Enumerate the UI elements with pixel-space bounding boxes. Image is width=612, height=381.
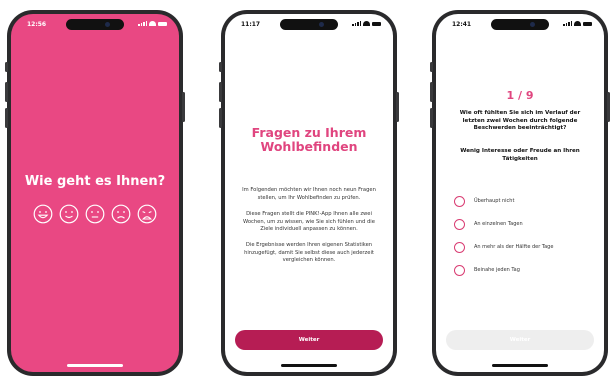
- intro-paragraph-3: Die Ergebnisse werden Ihren eigenen Stat…: [244, 242, 374, 263]
- answer-option[interactable]: An mehr als der Hälfte der Tage: [454, 240, 598, 254]
- next-button-disabled[interactable]: Weiter: [446, 330, 594, 350]
- volume-down-button: [5, 108, 8, 128]
- radio-button[interactable]: [454, 241, 465, 253]
- home-indicator[interactable]: [281, 364, 337, 367]
- very-sad-face-icon[interactable]: [137, 204, 157, 224]
- status-time: 12:56: [27, 21, 47, 28]
- volume-down-button: [219, 108, 222, 128]
- notch: [491, 19, 549, 30]
- radio-button[interactable]: [454, 264, 465, 276]
- status-time: 12:41: [452, 21, 472, 28]
- mute-switch: [430, 62, 433, 72]
- screen-intro: 11:17 Fragen zu Ihrem Wohlbefinden Im Fo…: [225, 14, 393, 372]
- status-bar: 12:41: [436, 14, 604, 36]
- screen-mood: 12:56 Wie geht es Ihnen?: [11, 14, 179, 372]
- answer-option-label: Beinahe jeden Tag: [474, 267, 520, 273]
- volume-up-button: [219, 82, 222, 102]
- status-bar: 11:17: [225, 14, 393, 36]
- wifi-icon: [363, 21, 370, 26]
- status-bar: 12:56: [11, 14, 179, 36]
- answer-option-label: Überhaupt nicht: [474, 198, 515, 204]
- intro-paragraph-1: Im Folgenden möchten wir Ihnen noch neun…: [242, 187, 376, 201]
- mood-question: Wie geht es Ihnen?: [24, 174, 166, 189]
- battery-icon: [372, 22, 381, 26]
- radio-button[interactable]: [454, 195, 465, 207]
- mood-face-row: [11, 204, 179, 224]
- status-icons: [138, 21, 167, 26]
- home-indicator[interactable]: [492, 364, 548, 367]
- camera-icon: [105, 22, 110, 27]
- status-icons: [352, 21, 381, 26]
- status-icons: [563, 21, 592, 26]
- screen-question: 12:41 1 / 9 Wie oft fühlten Sie sich im …: [436, 14, 604, 372]
- wifi-icon: [574, 21, 581, 26]
- volume-down-button: [430, 108, 433, 128]
- phone-frame-1: 12:56 Wie geht es Ihnen?: [5, 10, 185, 376]
- sad-face-icon[interactable]: [111, 204, 131, 224]
- question-text: Wie oft fühlten Sie sich im Verlauf der …: [459, 110, 581, 132]
- question-progress: 1 / 9: [506, 89, 534, 102]
- notch: [66, 19, 124, 30]
- home-indicator[interactable]: [67, 364, 123, 367]
- power-button: [182, 92, 185, 122]
- answer-option[interactable]: An einzelnen Tagen: [454, 217, 598, 231]
- page-title-line2: Wohlbefinden: [260, 139, 358, 154]
- status-time: 11:17: [241, 21, 261, 28]
- next-button[interactable]: Weiter: [235, 330, 383, 350]
- camera-icon: [319, 22, 324, 27]
- volume-up-button: [430, 82, 433, 102]
- wifi-icon: [149, 21, 156, 26]
- answer-option[interactable]: Beinahe jeden Tag: [454, 263, 598, 277]
- signal-icon: [138, 21, 147, 26]
- mute-switch: [5, 62, 8, 72]
- notch: [280, 19, 338, 30]
- signal-icon: [563, 21, 572, 26]
- answer-option[interactable]: Überhaupt nicht: [454, 194, 598, 208]
- question-subtext: Wenig Interesse oder Freude an Ihren Tät…: [460, 148, 580, 162]
- power-button: [396, 92, 399, 122]
- page-title: Fragen zu Ihrem Wohlbefinden: [235, 126, 383, 154]
- answer-option-label: An einzelnen Tagen: [474, 221, 523, 227]
- happy-face-icon[interactable]: [59, 204, 79, 224]
- radio-button[interactable]: [454, 218, 465, 230]
- phone-frame-2: 11:17 Fragen zu Ihrem Wohlbefinden Im Fo…: [219, 10, 399, 376]
- camera-icon: [530, 22, 535, 27]
- page-title-line1: Fragen zu Ihrem: [251, 125, 367, 140]
- power-button: [607, 92, 610, 122]
- intro-paragraph-2: Diese Fragen stellt die PINK!-App Ihnen …: [243, 211, 375, 232]
- neutral-face-icon[interactable]: [85, 204, 105, 224]
- battery-icon: [158, 22, 167, 26]
- volume-up-button: [5, 82, 8, 102]
- answer-option-label: An mehr als der Hälfte der Tage: [474, 244, 554, 250]
- very-happy-face-icon[interactable]: [33, 204, 53, 224]
- phone-frame-3: 12:41 1 / 9 Wie oft fühlten Sie sich im …: [430, 10, 610, 376]
- battery-icon: [583, 22, 592, 26]
- mute-switch: [219, 62, 222, 72]
- signal-icon: [352, 21, 361, 26]
